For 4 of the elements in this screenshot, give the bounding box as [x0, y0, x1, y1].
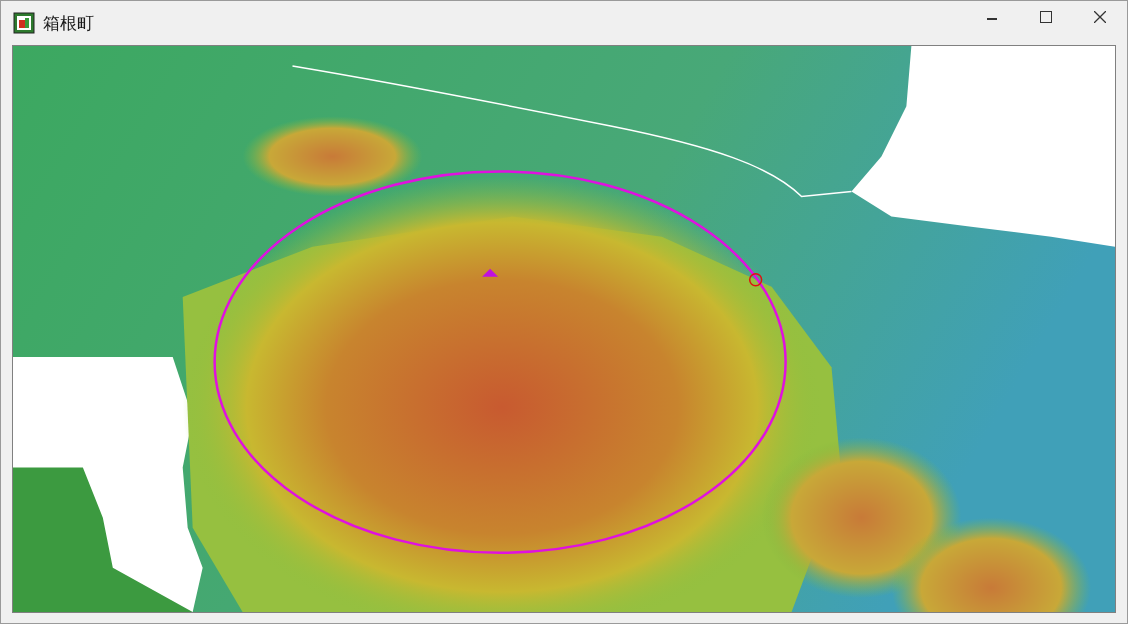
close-icon — [1094, 11, 1106, 23]
maximize-icon — [1040, 11, 1052, 23]
window-title: 箱根町 — [43, 11, 94, 35]
app-icon — [13, 12, 35, 34]
